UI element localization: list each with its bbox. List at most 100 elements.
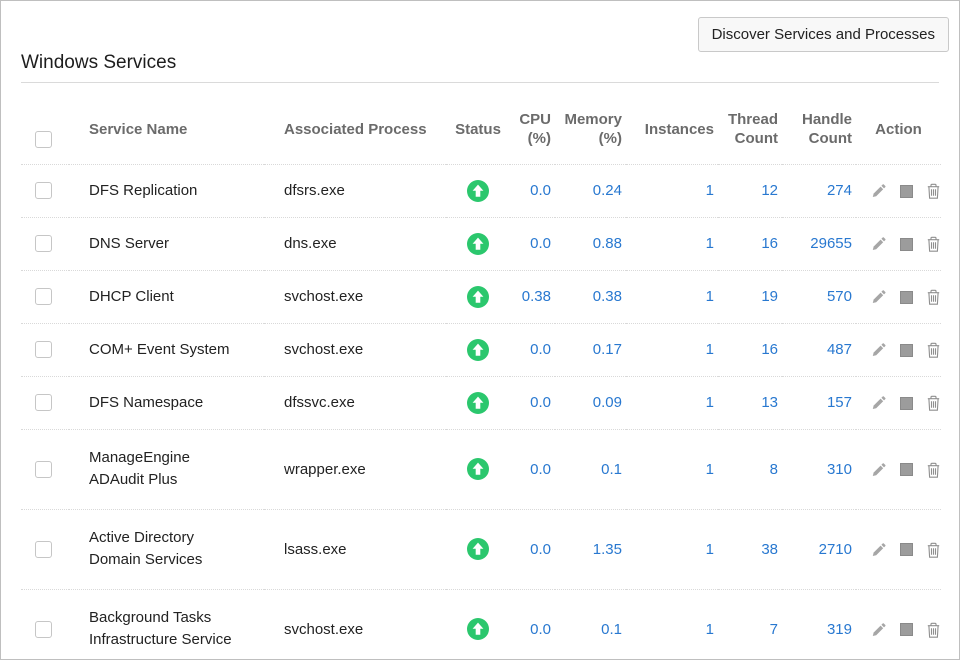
table-row: DFS Replication dfsrs.exe 0.0 0.24 1 12 … (21, 164, 941, 217)
cpu-value[interactable]: 0.0 (510, 376, 555, 429)
edit-icon[interactable] (871, 542, 887, 558)
associated-process-cell: wrapper.exe (264, 429, 446, 509)
cpu-value[interactable]: 0.0 (510, 429, 555, 509)
thread-count-value[interactable]: 16 (718, 217, 782, 270)
table-row: DHCP Client svchost.exe 0.38 0.38 1 19 5… (21, 270, 941, 323)
handle-count-value[interactable]: 310 (782, 429, 856, 509)
thread-count-value[interactable]: 38 (718, 509, 782, 589)
status-up-icon (467, 392, 489, 414)
handle-count-value[interactable]: 29655 (782, 217, 856, 270)
edit-icon[interactable] (871, 183, 887, 199)
status-up-icon (467, 458, 489, 480)
row-checkbox[interactable] (35, 341, 52, 358)
thread-count-value[interactable]: 12 (718, 164, 782, 217)
thread-count-value[interactable]: 13 (718, 376, 782, 429)
instances-value[interactable]: 1 (626, 270, 718, 323)
instances-value[interactable]: 1 (626, 589, 718, 660)
edit-icon[interactable] (871, 462, 887, 478)
handle-count-value[interactable]: 319 (782, 589, 856, 660)
instances-value[interactable]: 1 (626, 323, 718, 376)
memory-value[interactable]: 0.1 (555, 429, 626, 509)
memory-value[interactable]: 0.1 (555, 589, 626, 660)
edit-icon[interactable] (871, 622, 887, 638)
instances-value[interactable]: 1 (626, 509, 718, 589)
instances-value[interactable]: 1 (626, 217, 718, 270)
service-name-cell: DNS Server (69, 217, 264, 270)
associated-process-cell: dns.exe (264, 217, 446, 270)
instances-value[interactable]: 1 (626, 164, 718, 217)
table-body: DFS Replication dfsrs.exe 0.0 0.24 1 12 … (21, 164, 941, 660)
status-cell (446, 323, 510, 376)
handle-count-value[interactable]: 487 (782, 323, 856, 376)
col-header-service-name: Service Name (69, 83, 264, 164)
table-row: Active Directory Domain Services lsass.e… (21, 509, 941, 589)
cpu-value[interactable]: 0.0 (510, 164, 555, 217)
stop-icon[interactable] (900, 344, 913, 357)
row-checkbox[interactable] (35, 394, 52, 411)
delete-icon[interactable] (926, 342, 941, 358)
row-checkbox[interactable] (35, 541, 52, 558)
checkbox-cell (21, 217, 69, 270)
stop-icon[interactable] (900, 291, 913, 304)
discover-services-button[interactable]: Discover Services and Processes (698, 17, 949, 52)
status-cell (446, 376, 510, 429)
thread-count-value[interactable]: 7 (718, 589, 782, 660)
edit-icon[interactable] (871, 342, 887, 358)
select-all-checkbox[interactable] (35, 131, 52, 148)
row-checkbox[interactable] (35, 461, 52, 478)
windows-services-panel: Discover Services and Processes Windows … (0, 0, 960, 660)
thread-count-value[interactable]: 8 (718, 429, 782, 509)
col-header-status: Status (446, 83, 510, 164)
delete-icon[interactable] (926, 183, 941, 199)
stop-icon[interactable] (900, 543, 913, 556)
delete-icon[interactable] (926, 289, 941, 305)
edit-icon[interactable] (871, 395, 887, 411)
edit-icon[interactable] (871, 236, 887, 252)
col-header-memory: Memory (%) (555, 83, 626, 164)
stop-icon[interactable] (900, 463, 913, 476)
associated-process-cell: svchost.exe (264, 270, 446, 323)
col-header-thread-count: Thread Count (718, 83, 782, 164)
handle-count-value[interactable]: 2710 (782, 509, 856, 589)
instances-value[interactable]: 1 (626, 376, 718, 429)
memory-value[interactable]: 0.17 (555, 323, 626, 376)
stop-icon[interactable] (900, 238, 913, 251)
handle-count-value[interactable]: 157 (782, 376, 856, 429)
stop-icon[interactable] (900, 397, 913, 410)
memory-value[interactable]: 0.09 (555, 376, 626, 429)
thread-count-value[interactable]: 16 (718, 323, 782, 376)
row-checkbox[interactable] (35, 182, 52, 199)
cpu-value[interactable]: 0.0 (510, 509, 555, 589)
header-row: Service Name Associated Process Status C… (21, 83, 941, 164)
thread-count-value[interactable]: 19 (718, 270, 782, 323)
cpu-value[interactable]: 0.0 (510, 589, 555, 660)
memory-value[interactable]: 0.88 (555, 217, 626, 270)
action-cell (856, 429, 941, 509)
cpu-value[interactable]: 0.38 (510, 270, 555, 323)
handle-count-value[interactable]: 570 (782, 270, 856, 323)
cpu-value[interactable]: 0.0 (510, 217, 555, 270)
delete-icon[interactable] (926, 542, 941, 558)
associated-process-cell: dfsrs.exe (264, 164, 446, 217)
service-name-cell: COM+ Event System (69, 323, 264, 376)
handle-count-value[interactable]: 274 (782, 164, 856, 217)
row-checkbox[interactable] (35, 235, 52, 252)
memory-value[interactable]: 0.38 (555, 270, 626, 323)
delete-icon[interactable] (926, 236, 941, 252)
row-checkbox[interactable] (35, 621, 52, 638)
stop-icon[interactable] (900, 185, 913, 198)
row-checkbox[interactable] (35, 288, 52, 305)
memory-value[interactable]: 1.35 (555, 509, 626, 589)
action-cell (856, 217, 941, 270)
instances-value[interactable]: 1 (626, 429, 718, 509)
status-cell (446, 270, 510, 323)
service-name-cell: ManageEngine ADAudit Plus (69, 429, 264, 509)
delete-icon[interactable] (926, 395, 941, 411)
stop-icon[interactable] (900, 623, 913, 636)
page-title-section: Windows Services (21, 51, 939, 83)
delete-icon[interactable] (926, 622, 941, 638)
edit-icon[interactable] (871, 289, 887, 305)
delete-icon[interactable] (926, 462, 941, 478)
cpu-value[interactable]: 0.0 (510, 323, 555, 376)
memory-value[interactable]: 0.24 (555, 164, 626, 217)
